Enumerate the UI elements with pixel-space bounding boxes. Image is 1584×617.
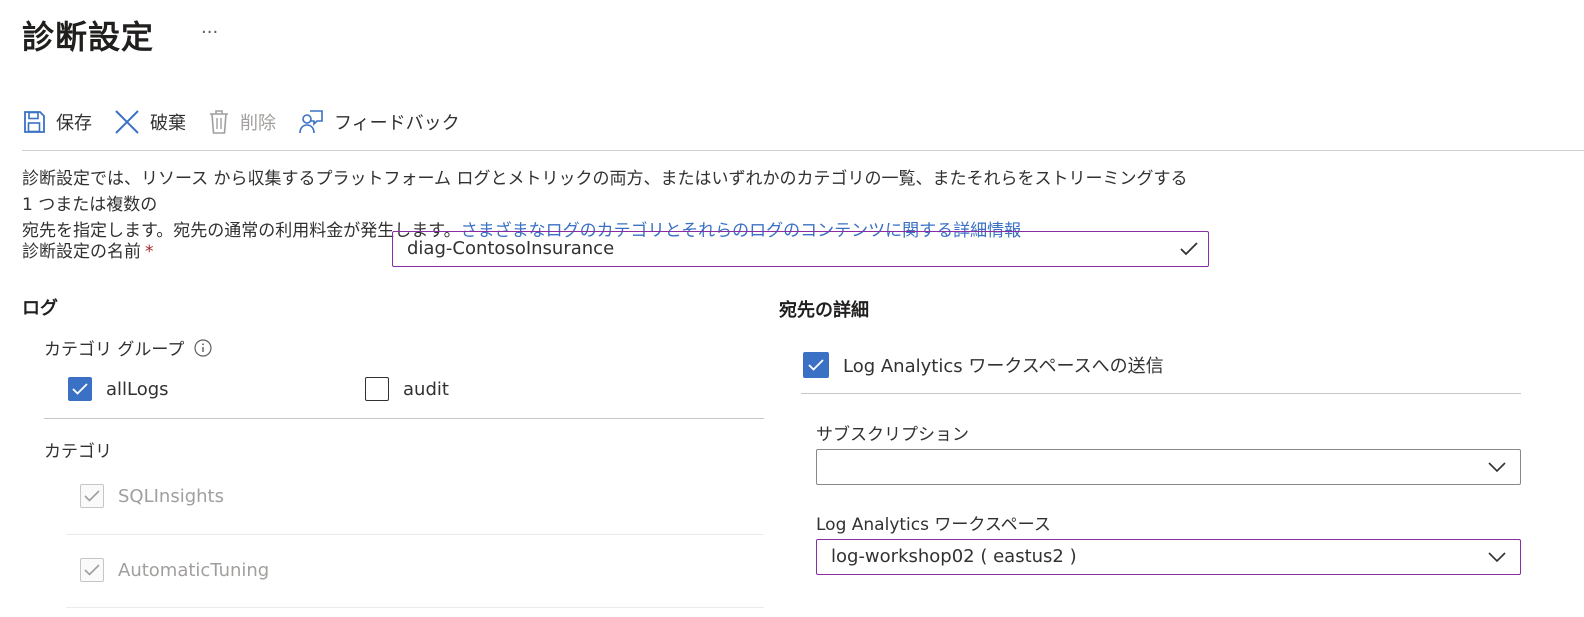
save-label: 保存 — [56, 113, 92, 134]
page-title: 診断設定 — [22, 18, 155, 56]
send-to-la-checkbox[interactable] — [803, 352, 829, 378]
category-divider — [66, 534, 764, 535]
more-options-button[interactable]: ··· — [201, 22, 218, 43]
workspace-label: Log Analytics ワークスペース — [816, 515, 1051, 535]
sqlinsights-checkbox-row: SQLInsights — [80, 484, 224, 508]
feedback-icon — [299, 110, 323, 134]
allLogs-checkbox[interactable] — [68, 377, 92, 401]
audit-checkbox-row[interactable]: audit — [365, 377, 449, 401]
sqlinsights-label: SQLInsights — [118, 485, 224, 507]
send-to-la-label: Log Analytics ワークスペースへの送信 — [843, 356, 1164, 377]
category-group-label: カテゴリ グループ — [44, 335, 212, 360]
check-icon — [84, 490, 100, 502]
chevron-down-icon — [1488, 552, 1506, 563]
destination-divider — [801, 393, 1521, 394]
trash-icon — [210, 110, 228, 134]
category-label: カテゴリ — [44, 442, 112, 462]
subscription-dropdown[interactable] — [816, 449, 1521, 485]
groups-divider — [44, 418, 764, 419]
chevron-down-icon — [1488, 462, 1506, 473]
close-icon — [115, 110, 139, 134]
required-mark: * — [145, 242, 154, 262]
allLogs-checkbox-row[interactable]: allLogs — [68, 377, 169, 401]
toolbar-divider — [22, 150, 1584, 151]
diagnostic-name-value: diag-ContosoInsurance — [407, 238, 615, 259]
workspace-dropdown[interactable]: log-workshop02 ( eastus2 ) — [816, 539, 1521, 575]
allLogs-label: allLogs — [106, 378, 169, 400]
category-divider — [66, 607, 764, 608]
check-icon — [72, 383, 88, 395]
automatictuning-checkbox — [80, 558, 104, 582]
discard-button[interactable]: 破棄 — [114, 109, 186, 135]
description-line1: 診断設定では、リソース から収集するプラットフォーム ログとメトリックの両方、ま… — [22, 169, 1188, 215]
workspace-value: log-workshop02 ( eastus2 ) — [831, 546, 1077, 567]
check-icon — [84, 564, 100, 576]
send-to-la-checkbox-row[interactable]: Log Analytics ワークスペースへの送信 — [803, 352, 1164, 378]
audit-checkbox[interactable] — [365, 377, 389, 401]
logs-heading: ログ — [22, 298, 58, 319]
sqlinsights-checkbox — [80, 484, 104, 508]
subscription-label: サブスクリプション — [816, 425, 969, 445]
save-icon — [24, 111, 45, 133]
info-icon[interactable] — [194, 338, 212, 357]
command-bar: 保存 破棄 削除 フィードバック — [22, 104, 482, 140]
name-label-text: 診断設定の名前 — [22, 242, 141, 262]
discard-label: 破棄 — [150, 113, 186, 134]
audit-label: audit — [403, 378, 449, 400]
delete-button[interactable]: 削除 — [208, 109, 276, 135]
feedback-button[interactable]: フィードバック — [298, 109, 460, 135]
automatictuning-label: AutomaticTuning — [118, 559, 270, 581]
save-button[interactable]: 保存 — [22, 109, 92, 135]
name-field-label: 診断設定の名前 * — [22, 237, 154, 262]
checkmark-icon — [1180, 242, 1198, 256]
destination-heading: 宛先の詳細 — [779, 300, 869, 321]
automatictuning-checkbox-row: AutomaticTuning — [80, 558, 269, 582]
delete-label: 削除 — [240, 113, 276, 134]
category-group-text: カテゴリ グループ — [44, 340, 185, 360]
feedback-label: フィードバック — [334, 113, 460, 134]
diagnostic-name-input[interactable]: diag-ContosoInsurance — [392, 231, 1209, 267]
check-icon — [808, 359, 824, 371]
